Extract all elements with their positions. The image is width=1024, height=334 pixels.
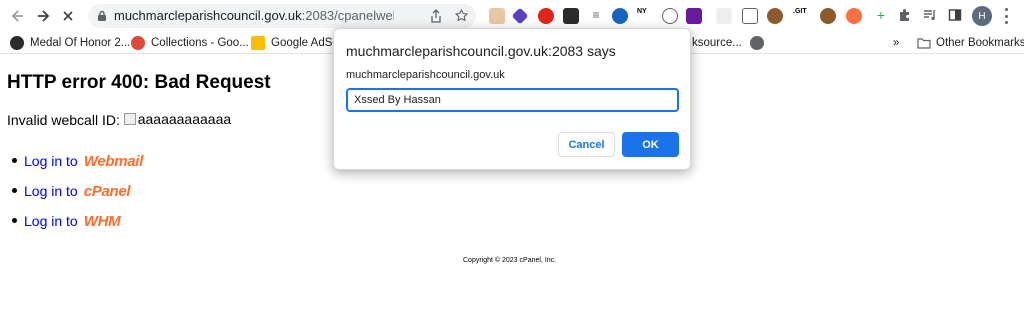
arrow-left-icon	[11, 10, 23, 22]
dialog-message: muchmarcleparishcouncil.gov.uk	[346, 69, 505, 81]
ny-badge: NY	[637, 8, 647, 15]
invalid-webcall-text: Invalid webcall ID: aaaaaaaaaaaa	[7, 111, 231, 128]
extension-icon[interactable]	[489, 8, 505, 24]
extension-icon[interactable]	[686, 8, 702, 24]
cookie-extension-icon[interactable]	[820, 8, 836, 24]
prompt-input[interactable]	[346, 88, 679, 112]
profile-avatar[interactable]: H	[972, 6, 992, 26]
whm-login-link[interactable]: Log in to WHM	[11, 206, 143, 236]
google-ads-icon	[251, 36, 265, 50]
url-text: muchmarcleparishcouncil.gov.uk:2083/cpan…	[114, 8, 394, 23]
url-path: :2083/cpanelwebcall/<i...	[301, 8, 394, 23]
ok-button[interactable]: OK	[622, 132, 679, 157]
stop-loading-button[interactable]	[58, 6, 78, 26]
extension-icon[interactable]	[742, 8, 758, 24]
bookmark-label: ksource...	[692, 37, 742, 49]
menu-kebab-icon[interactable]	[1003, 8, 1009, 24]
url-host: muchmarcleparishcouncil.gov.uk	[114, 8, 302, 23]
cookie-extension-icon[interactable]	[767, 8, 783, 24]
google-plus-icon	[131, 36, 145, 50]
bookmark-item[interactable]: Collections - Goo...	[131, 35, 249, 51]
bookmarks-overflow-button[interactable]: »	[893, 35, 899, 51]
link-text: Log in to	[24, 153, 78, 169]
extension-icon[interactable]	[563, 8, 579, 24]
side-panel-icon[interactable]	[948, 8, 964, 24]
other-bookmarks-label: Other Bookmarks	[936, 37, 1024, 49]
webmail-login-link[interactable]: Log in to Webmail	[11, 146, 144, 176]
ny-extension-icon[interactable]: NY	[637, 8, 653, 24]
page-title: HTTP error 400: Bad Request	[7, 72, 271, 93]
copyright-text: Copyright © 2023 cPanel, Inc.	[463, 257, 557, 264]
bookmark-item[interactable]: Google AdSen	[251, 35, 345, 51]
link-text: Log in to	[24, 213, 78, 229]
login-links: Log in to Webmail Log in to cPanel Log i…	[11, 146, 144, 236]
address-bar[interactable]: muchmarcleparishcouncil.gov.uk:2083/cpan…	[88, 4, 476, 28]
whm-logo: WHM	[83, 212, 121, 230]
media-control-icon[interactable]	[923, 8, 939, 24]
folder-icon	[917, 38, 931, 49]
prompt-dialog: muchmarcleparishcouncil.gov.uk:2083 says…	[333, 28, 691, 170]
bookmark-item[interactable]: ksource...	[692, 35, 770, 51]
git-extension-icon[interactable]: .GIT	[793, 8, 815, 24]
invalid-label: Invalid webcall ID:	[7, 112, 120, 128]
extension-icon[interactable]	[846, 8, 862, 24]
list-extension-icon[interactable]: ≡	[588, 8, 604, 24]
broken-image-alt: aaaaaaaaaaaa	[137, 111, 232, 127]
share-icon[interactable]	[430, 9, 442, 23]
dialog-title: muchmarcleparishcouncil.gov.uk:2083 says	[346, 43, 616, 59]
webmail-logo: Webmail	[83, 152, 144, 170]
overflow-chevron-icon: »	[893, 37, 900, 49]
close-icon	[63, 11, 73, 21]
arrow-right-icon	[38, 10, 50, 22]
extension-icon[interactable]	[716, 8, 732, 24]
link-text: Log in to	[24, 183, 78, 199]
bookmark-label: Collections - Goo...	[151, 37, 249, 49]
bookmark-label: Medal Of Honor 2...	[30, 37, 131, 49]
git-badge: .GIT	[793, 8, 807, 15]
opera-extension-icon[interactable]	[538, 8, 554, 24]
broken-image: aaaaaaaaaaaa	[123, 111, 232, 127]
plus-extension-icon[interactable]: +	[873, 8, 889, 24]
cpanel-logo: cPanel	[83, 182, 131, 200]
profile-initial: H	[978, 10, 986, 22]
broken-image-icon	[123, 113, 136, 125]
medal-icon	[10, 36, 24, 50]
cancel-button[interactable]: Cancel	[558, 132, 615, 157]
extension-icon[interactable]	[612, 8, 628, 24]
extension-icon[interactable]	[511, 7, 529, 25]
lock-icon	[98, 10, 106, 21]
other-bookmarks-folder[interactable]: Other Bookmarks	[917, 35, 1024, 51]
forward-button[interactable]	[33, 6, 53, 26]
bookmark-item[interactable]: Medal Of Honor 2...	[10, 35, 130, 51]
star-icon[interactable]	[455, 9, 468, 22]
puzzle-icon[interactable]	[898, 8, 914, 24]
back-button[interactable]	[8, 6, 28, 26]
globe-extension-icon[interactable]	[662, 8, 678, 24]
bookmark-icon	[749, 36, 764, 50]
cpanel-login-link[interactable]: Log in to cPanel	[11, 176, 143, 206]
